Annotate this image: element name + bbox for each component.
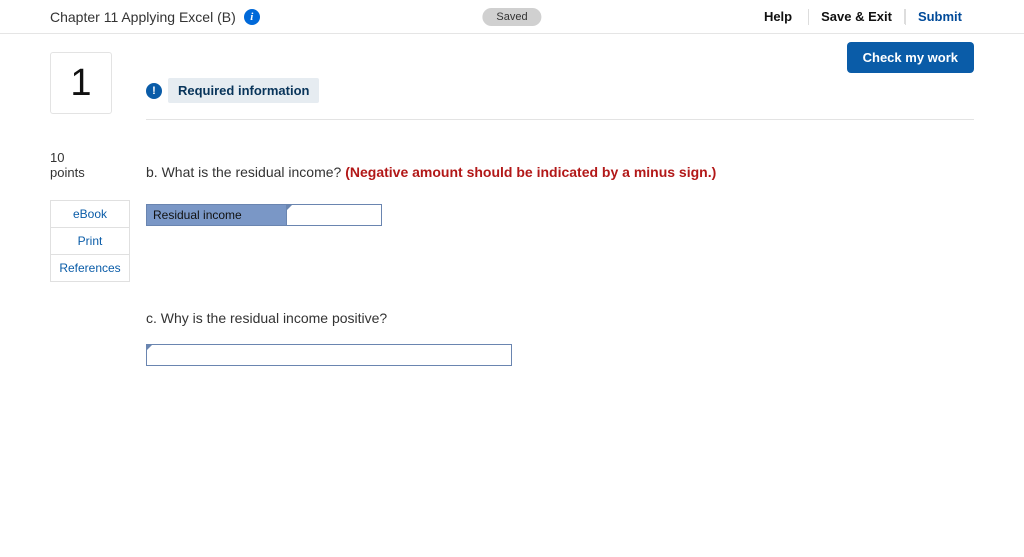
required-info-row: ! Required information bbox=[146, 78, 974, 103]
part-b-text: b. What is the residual income? bbox=[146, 164, 345, 180]
references-link[interactable]: References bbox=[50, 255, 130, 282]
page-title: Chapter 11 Applying Excel (B) bbox=[50, 9, 236, 25]
divider-line bbox=[146, 119, 974, 120]
residual-income-input[interactable] bbox=[287, 205, 381, 225]
body-grid: 1 10 points eBook Print References ! Req… bbox=[50, 34, 974, 366]
points-label: points bbox=[50, 165, 130, 180]
top-bar: Chapter 11 Applying Excel (B) i Saved He… bbox=[0, 0, 1024, 34]
submit-link[interactable]: Submit bbox=[906, 9, 974, 24]
save-exit-link[interactable]: Save & Exit bbox=[809, 9, 905, 24]
points-value: 10 bbox=[50, 150, 130, 165]
main-column: ! Required information b. What is the re… bbox=[146, 52, 974, 366]
required-information-badge: Required information bbox=[168, 78, 319, 103]
part-b-prompt: b. What is the residual income? (Negativ… bbox=[146, 164, 974, 180]
points-block: 10 points bbox=[50, 150, 130, 180]
title-area: Chapter 11 Applying Excel (B) i bbox=[50, 9, 260, 25]
cell-notch-icon bbox=[286, 204, 293, 211]
part-c-prompt: c. Why is the residual income positive? bbox=[146, 310, 974, 326]
alert-icon: ! bbox=[146, 83, 162, 99]
ebook-link[interactable]: eBook bbox=[50, 200, 130, 228]
side-links: eBook Print References bbox=[50, 200, 130, 282]
residual-income-label-cell: Residual income bbox=[147, 205, 287, 225]
check-my-work-button[interactable]: Check my work bbox=[847, 42, 974, 73]
help-link[interactable]: Help bbox=[752, 9, 808, 24]
info-icon[interactable]: i bbox=[244, 9, 260, 25]
cell-notch-icon bbox=[146, 344, 153, 351]
saved-status: Saved bbox=[482, 8, 541, 26]
part-c-input[interactable] bbox=[147, 345, 511, 365]
residual-income-table: Residual income bbox=[146, 204, 382, 226]
top-actions: Help Save & Exit Submit bbox=[752, 9, 974, 25]
question-number-box: 1 bbox=[50, 52, 112, 114]
left-column: 1 10 points eBook Print References bbox=[50, 52, 130, 366]
print-link[interactable]: Print bbox=[50, 228, 130, 255]
page-body: Check my work 1 10 points eBook Print Re… bbox=[0, 34, 1024, 366]
part-c-input-wrap[interactable] bbox=[146, 344, 512, 366]
part-b-hint: (Negative amount should be indicated by … bbox=[345, 164, 716, 180]
residual-income-input-cell[interactable] bbox=[287, 205, 381, 225]
